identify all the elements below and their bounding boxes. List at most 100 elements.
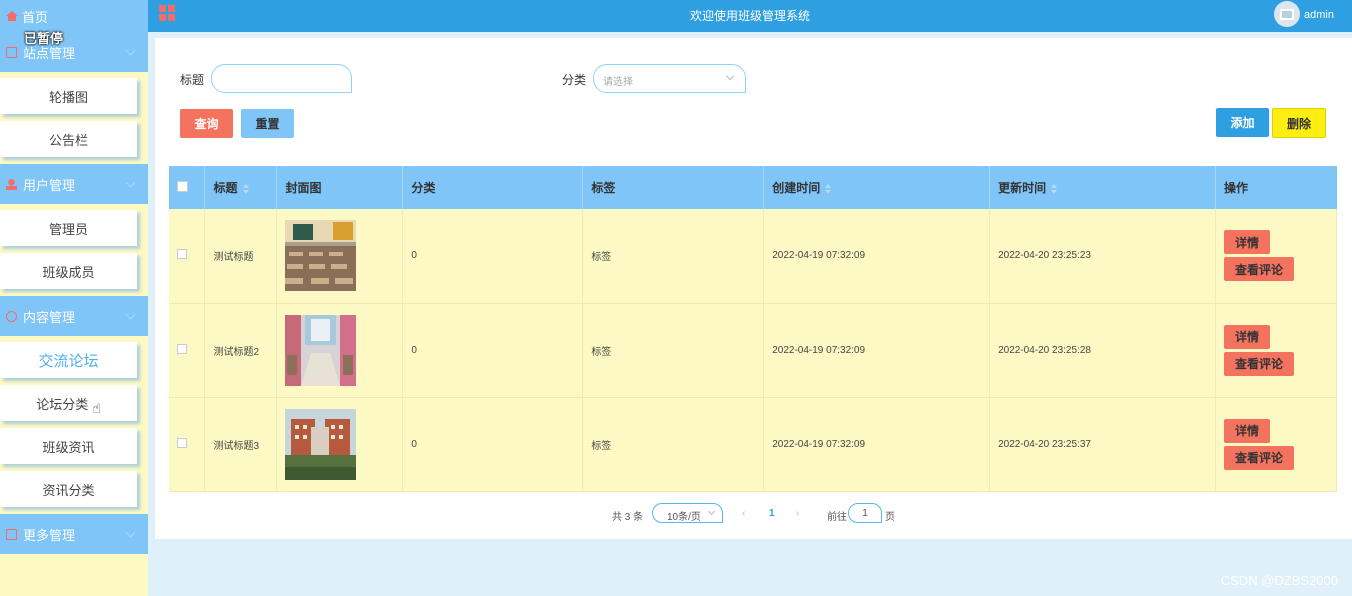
row-created: 2022-04-19 07:32:09 (763, 303, 991, 398)
col-updated-label: 更新时间 (998, 181, 1047, 195)
page-size-select[interactable]: 10条/页 (652, 503, 723, 523)
user-icon (6, 178, 17, 190)
chevron-down-icon (125, 527, 136, 538)
row-updated: 2022-04-20 23:25:37 (989, 397, 1216, 492)
row-created: 2022-04-19 07:32:09 (763, 209, 991, 304)
sidebar-group-content[interactable]: 内容管理 (0, 296, 148, 336)
goto-page-value: 1 (862, 508, 868, 519)
row-updated: 2022-04-20 23:25:23 (989, 209, 1216, 304)
col-actions: 操作 (1215, 166, 1337, 209)
row-title: 测试标题2 (204, 303, 278, 398)
category-select[interactable]: 请选择 (593, 64, 746, 93)
row-title: 测试标题3 (204, 397, 278, 492)
col-title[interactable]: 标题 (204, 166, 278, 209)
home-icon (6, 11, 18, 21)
row-created: 2022-04-19 07:32:09 (763, 397, 991, 492)
sidebar-item-news-category[interactable]: 资讯分类 (0, 471, 137, 507)
query-button[interactable]: 查询 (180, 109, 233, 138)
sidebar-group-site[interactable]: 站点管理 (0, 32, 148, 72)
sidebar-item-label: 论坛分类 (36, 396, 89, 412)
goto-page-input[interactable]: 1 (848, 503, 882, 523)
chevron-down-icon (125, 45, 136, 56)
app-title: 欢迎使用班级管理系统 (689, 9, 810, 23)
avatar[interactable] (1274, 1, 1300, 27)
view-comments-button[interactable]: 查看评论 (1223, 257, 1294, 282)
sort-icon[interactable] (1050, 183, 1058, 194)
copy-icon (6, 528, 17, 540)
sort-icon[interactable] (242, 183, 249, 194)
detail-button[interactable]: 详情 (1223, 324, 1270, 349)
paused-overlay-text: 已暂停 (24, 31, 64, 46)
reset-button[interactable]: 重置 (241, 109, 294, 138)
sidebar-group-more[interactable]: 更多管理 (0, 514, 148, 554)
cover-image-hallway[interactable] (285, 314, 357, 386)
sort-icon[interactable] (824, 183, 832, 194)
col-created[interactable]: 创建时间 (763, 166, 991, 209)
sidebar-item-carousel[interactable]: 轮播图 (0, 78, 137, 114)
sidebar-group-label: 内容管理 (23, 309, 76, 325)
row-updated: 2022-04-20 23:25:28 (989, 303, 1216, 398)
title-search-input[interactable] (211, 64, 352, 93)
page-number-current[interactable]: 1 (769, 508, 775, 519)
sidebar-home-label: 首页 (22, 9, 49, 25)
row-tag: 标签 (582, 209, 765, 304)
watermark: CSDN @DZBS2000 (1220, 573, 1338, 588)
main-panel: 标题 分类 请选择 查询 重置 添加 删除 标题 封面图 分类 标签 创建时间 … (155, 38, 1352, 539)
detail-button[interactable]: 详情 (1223, 418, 1270, 443)
row-cover (276, 209, 404, 304)
row-select-cell (169, 209, 206, 304)
chevron-down-icon (125, 177, 136, 188)
chevron-down-icon (707, 507, 716, 516)
sidebar-group-label: 更多管理 (23, 527, 76, 543)
row-category: 0 (402, 209, 584, 304)
username[interactable]: admin (1304, 9, 1334, 21)
sidebar-item-home[interactable]: 首页 (0, 0, 148, 32)
row-select-cell (169, 303, 206, 398)
sidebar-group-users[interactable]: 用户管理 (0, 164, 148, 204)
table-header-row: 标题 封面图 分类 标签 创建时间 更新时间 操作 (169, 166, 1337, 209)
sidebar-group-label: 用户管理 (23, 177, 76, 193)
sidebar-item-class-news[interactable]: 班级资讯 (0, 428, 137, 464)
prev-page-icon[interactable]: ‹ (742, 508, 745, 519)
row-tag: 标签 (582, 303, 765, 398)
row-actions: 详情 查看评论 (1215, 303, 1338, 398)
sidebar-item-class-members[interactable]: 班级成员 (0, 253, 137, 289)
view-comments-button[interactable]: 查看评论 (1223, 351, 1294, 376)
next-page-icon[interactable]: › (796, 508, 799, 519)
table-row: 测试标题3 0 标签 2022-04-19 07:32:09 2022-04-2… (169, 397, 1338, 492)
col-created-label: 创建时间 (772, 181, 821, 195)
hand-cursor-icon: ☝ (92, 399, 101, 416)
row-category: 0 (402, 303, 584, 398)
monitor-icon (6, 46, 17, 58)
data-table: 标题 封面图 分类 标签 创建时间 更新时间 操作 测试标题 0 标签 2022… (169, 166, 1338, 492)
add-button[interactable]: 添加 (1216, 108, 1269, 137)
row-actions: 详情 查看评论 (1215, 209, 1338, 304)
page-size-value: 10条/页 (667, 512, 701, 523)
goto-label: 前往 (827, 512, 847, 523)
table-row: 测试标题2 0 标签 2022-04-19 07:32:09 2022-04-2… (169, 303, 1338, 398)
title-filter-label: 标题 (180, 73, 205, 87)
cover-image-building[interactable] (285, 408, 357, 480)
page-suffix-label: 页 (885, 512, 895, 523)
row-checkbox[interactable] (177, 437, 187, 448)
row-select-cell (169, 397, 206, 492)
view-comments-button[interactable]: 查看评论 (1223, 445, 1294, 470)
sidebar-item-forum-category[interactable]: 论坛分类 ☝ (0, 385, 137, 421)
row-checkbox[interactable] (177, 343, 187, 354)
row-checkbox[interactable] (177, 249, 187, 260)
row-cover (276, 303, 404, 398)
detail-button[interactable]: 详情 (1223, 230, 1270, 255)
sidebar-item-admin[interactable]: 管理员 (0, 210, 137, 246)
row-actions: 详情 查看评论 (1215, 397, 1338, 492)
select-all-cell (169, 166, 206, 209)
select-all-checkbox[interactable] (177, 180, 188, 192)
image-icon (1280, 8, 1294, 20)
table-row: 测试标题 0 标签 2022-04-19 07:32:09 2022-04-20… (169, 209, 1338, 304)
delete-button[interactable]: 删除 (1272, 108, 1326, 138)
cover-image-classroom[interactable] (285, 220, 357, 292)
col-updated[interactable]: 更新时间 (989, 166, 1216, 209)
sidebar-item-forum[interactable]: 交流论坛 (0, 342, 137, 378)
pagination: 共 3 条 10条/页 ‹ 1 › 前往 1 页 (155, 503, 1352, 527)
sidebar-item-notice[interactable]: 公告栏 (0, 121, 137, 157)
row-title: 测试标题 (204, 209, 278, 304)
